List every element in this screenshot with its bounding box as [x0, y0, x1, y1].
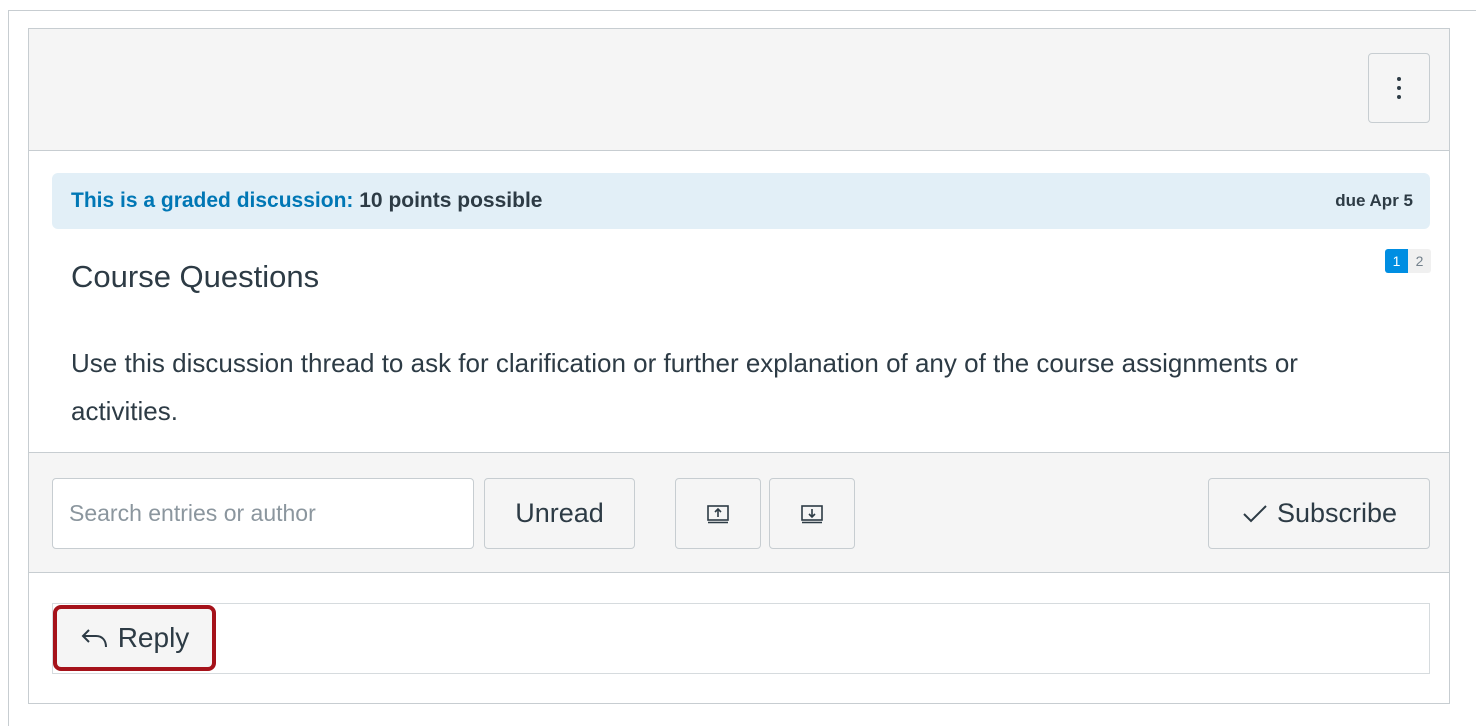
reply-area [52, 603, 1430, 674]
more-options-button[interactable] [1368, 53, 1430, 123]
expand-threads-button[interactable] [769, 478, 855, 549]
reply-button[interactable]: Reply [53, 605, 216, 671]
discussion-card: This is a graded discussion: 10 points p… [28, 28, 1450, 704]
graded-discussion-banner: This is a graded discussion: 10 points p… [52, 173, 1430, 229]
unread-label: Unread [515, 498, 604, 528]
checkmark-icon [1243, 504, 1267, 522]
search-input[interactable] [52, 478, 474, 549]
section-pager: 1 2 [1385, 249, 1431, 273]
reply-label: Reply [117, 622, 190, 653]
points-possible: 10 points possible [359, 189, 543, 212]
discussion-header-bar [29, 29, 1449, 151]
reply-arrow-icon [81, 629, 107, 648]
subscribe-label: Subscribe [1276, 498, 1398, 528]
discussion-toolbar: Unread Subscribe [29, 452, 1449, 573]
due-date: due Apr 5 [1335, 191, 1413, 210]
collapse-threads-button[interactable] [675, 478, 761, 549]
pager-page-2[interactable]: 2 [1408, 249, 1431, 273]
subscribe-button[interactable]: Subscribe [1208, 478, 1430, 549]
discussion-body: Use this discussion thread to ask for cl… [71, 348, 1298, 426]
unread-button[interactable]: Unread [484, 478, 635, 549]
discussion-title: Course Questions [71, 259, 320, 294]
expand-threads-icon [801, 504, 823, 523]
collapse-threads-icon [707, 504, 729, 523]
graded-label: This is a graded discussion: [71, 189, 354, 212]
kebab-icon [1397, 77, 1401, 81]
pager-page-1[interactable]: 1 [1385, 249, 1408, 273]
